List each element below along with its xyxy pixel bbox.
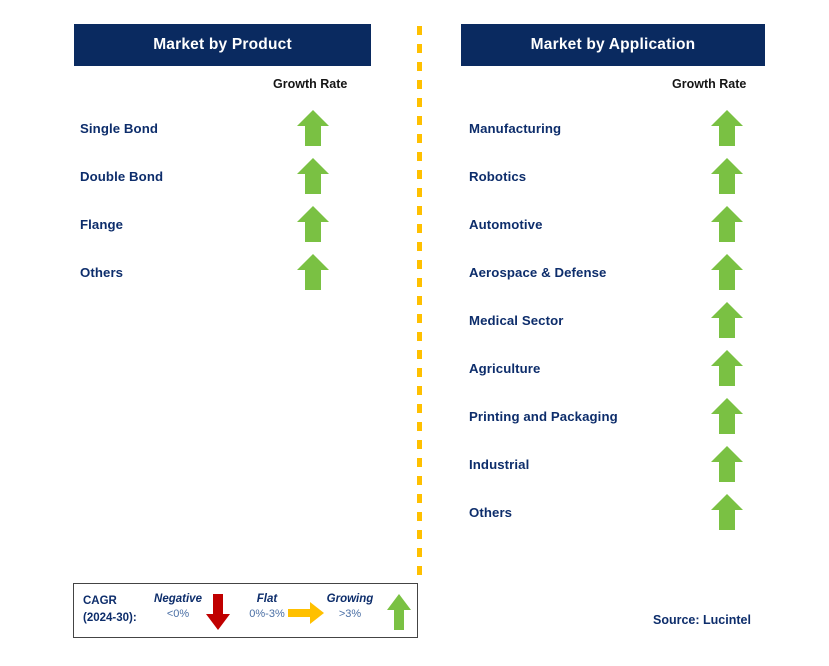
- arrow-up-icon: [710, 301, 744, 339]
- list-item: Flange: [74, 200, 371, 248]
- segment-label: Medical Sector: [469, 312, 564, 328]
- list-item: Others: [74, 248, 371, 296]
- legend-cagr-line1: CAGR: [83, 595, 117, 607]
- arrow-up-icon: [710, 109, 744, 147]
- list-item: Printing and Packaging: [461, 392, 765, 440]
- list-item: Single Bond: [74, 104, 371, 152]
- segment-label: Double Bond: [80, 168, 164, 184]
- segment-label: Automotive: [469, 216, 543, 232]
- arrow-up-icon: [710, 349, 744, 387]
- segment-label: Printing and Packaging: [469, 408, 618, 424]
- arrow-up-icon: [296, 253, 330, 291]
- list-item: Robotics: [461, 152, 765, 200]
- arrow-up-icon: [296, 205, 330, 243]
- legend-cagr-label: CAGR (2024-30):: [83, 593, 137, 626]
- growth-rate-caption-application: Growth Rate: [672, 77, 747, 91]
- arrow-up-icon: [296, 109, 330, 147]
- list-item: Agriculture: [461, 344, 765, 392]
- list-item: Others: [461, 488, 765, 536]
- segment-label: Others: [80, 264, 124, 280]
- list-item: Automotive: [461, 200, 765, 248]
- arrow-up-icon: [710, 157, 744, 195]
- list-item: Medical Sector: [461, 296, 765, 344]
- legend-entry-negative: Negative <0%: [142, 593, 214, 620]
- source-note: Source: Lucintel: [653, 613, 751, 627]
- growth-rate-caption-product: Growth Rate: [273, 77, 348, 91]
- arrow-up-icon: [710, 445, 744, 483]
- arrow-up-icon: [296, 157, 330, 195]
- list-item: Manufacturing: [461, 104, 765, 152]
- arrow-down-icon: [205, 593, 231, 631]
- legend-entry-value: <0%: [166, 608, 190, 620]
- segment-label: Others: [469, 504, 513, 520]
- segment-label: Robotics: [469, 168, 527, 184]
- column-header-application: Market by Application: [461, 24, 765, 66]
- segment-label: Aerospace & Defense: [469, 264, 607, 280]
- arrow-up-icon: [710, 205, 744, 243]
- segment-label: Manufacturing: [469, 120, 562, 136]
- segment-label: Industrial: [469, 456, 530, 472]
- segment-list-application: Manufacturing Robotics Automotive Aerosp…: [461, 104, 765, 536]
- arrow-up-icon: [710, 253, 744, 291]
- legend-entry-growing: Growing >3%: [314, 593, 386, 620]
- segment-label: Single Bond: [80, 120, 159, 136]
- list-item: Aerospace & Defense: [461, 248, 765, 296]
- column-header-product: Market by Product: [74, 24, 371, 66]
- arrow-up-icon: [710, 397, 744, 435]
- arrow-up-icon: [710, 493, 744, 531]
- legend-cagr-line2: (2024-30):: [83, 611, 137, 624]
- arrow-up-icon: [386, 593, 412, 631]
- infographic-canvas: Market by Product Market by Application …: [0, 0, 829, 666]
- list-item: Industrial: [461, 440, 765, 488]
- segment-list-product: Single Bond Double Bond Flange Others: [74, 104, 371, 296]
- segment-label: Flange: [80, 216, 124, 232]
- column-divider: [417, 26, 422, 580]
- legend-entry-value: >3%: [338, 608, 362, 620]
- list-item: Double Bond: [74, 152, 371, 200]
- legend-entry-title: Growing: [326, 593, 374, 605]
- cagr-legend: CAGR (2024-30): Negative <0% Flat 0%-3%: [73, 583, 418, 638]
- segment-label: Agriculture: [469, 360, 541, 376]
- legend-entry-title: Negative: [154, 593, 202, 605]
